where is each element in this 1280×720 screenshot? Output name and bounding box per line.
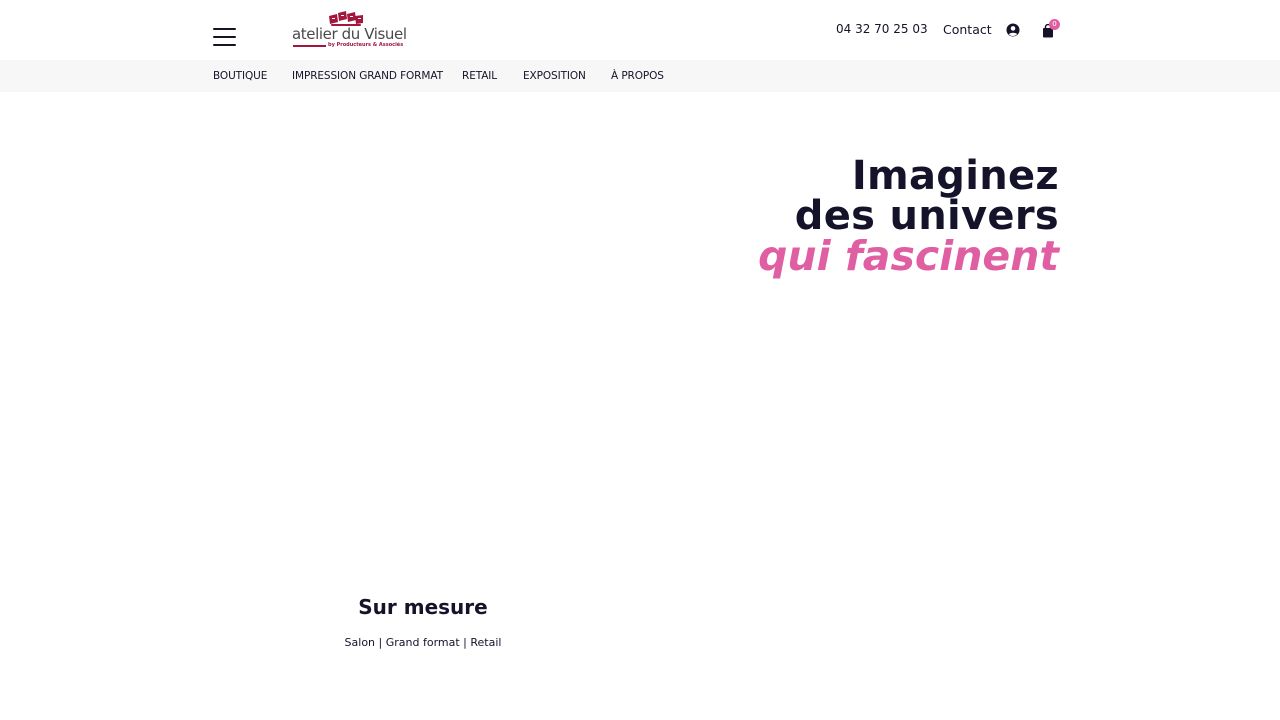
hamburger-line	[213, 44, 236, 46]
user-account-icon[interactable]	[1006, 23, 1020, 37]
hamburger-line	[213, 36, 236, 38]
main-navigation: BOUTIQUE IMPRESSION GRAND FORMAT RETAIL …	[0, 60, 1280, 92]
cart-count-badge: 0	[1049, 19, 1060, 30]
logo-underline	[293, 45, 326, 47]
service-card-title: Sur mesure	[358, 595, 488, 619]
hero-heading: Imaginez des univers qui fascinent	[758, 153, 1059, 280]
contact-link[interactable]: Contact	[943, 22, 992, 37]
phone-number-link[interactable]: 04 32 70 25 03	[836, 22, 928, 36]
nav-item-a-propos[interactable]: À PROPOS	[611, 70, 664, 82]
nav-item-impression-grand-format[interactable]: IMPRESSION GRAND FORMAT	[292, 70, 443, 82]
nav-item-exposition[interactable]: EXPOSITION	[523, 70, 586, 82]
nav-item-retail[interactable]: RETAIL	[462, 70, 497, 82]
logo-tagline: by Producteurs & Associés	[328, 42, 404, 48]
nav-item-boutique[interactable]: BOUTIQUE	[213, 70, 267, 82]
logo-wordmark: atelier du Visuel	[292, 25, 407, 43]
service-card-subtitle: Salon | Grand format | Retail	[344, 636, 502, 649]
site-logo[interactable]: atelier du Visuel by Producteurs & Assoc…	[292, 10, 407, 52]
hero-accent-line: qui fascinent	[758, 232, 1059, 280]
hamburger-menu-icon[interactable]	[213, 28, 236, 48]
hero-line-2: des univers	[794, 193, 1059, 239]
hero-line-1: Imaginez	[851, 153, 1059, 199]
hamburger-line	[213, 28, 236, 30]
cart-button[interactable]: 0	[1041, 19, 1061, 39]
site-header: atelier du Visuel by Producteurs & Assoc…	[0, 0, 1280, 60]
